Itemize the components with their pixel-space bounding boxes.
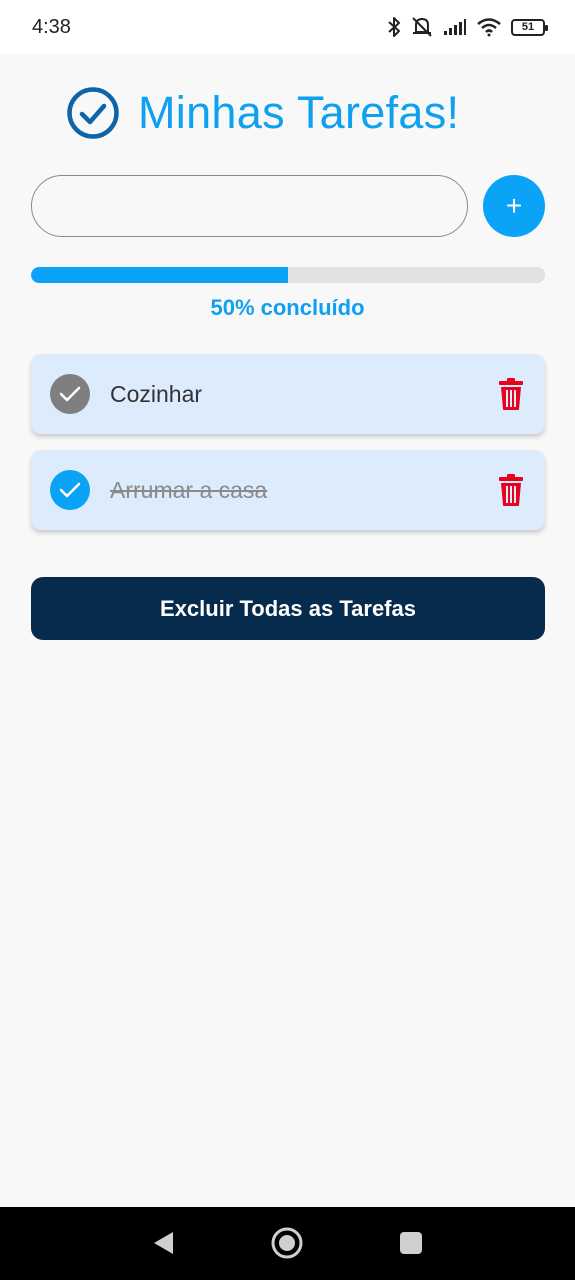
- vibrate-off-icon: [412, 17, 432, 37]
- progress-fill: [31, 267, 288, 283]
- page-title: Minhas Tarefas!: [138, 87, 460, 138]
- bluetooth-icon: [388, 17, 400, 37]
- task-checkbox[interactable]: [50, 470, 90, 510]
- progress-bar: [31, 267, 545, 283]
- task-input[interactable]: [31, 175, 468, 237]
- trash-icon: [499, 474, 523, 506]
- battery-level: 51: [521, 21, 535, 33]
- recents-button[interactable]: [393, 1225, 429, 1261]
- status-time: 4:38: [32, 15, 71, 38]
- task-checkbox[interactable]: [50, 374, 90, 414]
- navigation-bar: [0, 1207, 575, 1280]
- task-label: Arrumar a casa: [110, 476, 268, 503]
- wifi-icon: [477, 18, 501, 37]
- add-task-button[interactable]: +: [483, 175, 545, 237]
- progress-label: 50% concluído: [210, 295, 365, 320]
- status-icons: 51: [387, 16, 548, 38]
- task-item: Arrumar a casa: [31, 450, 545, 530]
- status-bar: 4:38 51: [0, 0, 575, 54]
- delete-task-button[interactable]: [497, 376, 525, 412]
- clear-all-button[interactable]: Excluir Todas as Tarefas: [31, 577, 545, 640]
- battery-icon: 51: [511, 18, 548, 36]
- home-icon: [271, 1227, 303, 1259]
- signal-icon: [444, 19, 466, 35]
- add-button-label: +: [505, 190, 523, 221]
- check-icon: [59, 482, 81, 498]
- back-icon: [154, 1232, 173, 1254]
- header: Minhas Tarefas!: [66, 86, 459, 140]
- screen: 4:38 51 Minhas Tarefas! + 50% concluído …: [0, 0, 575, 1280]
- check-circle-icon: [67, 87, 119, 139]
- back-button[interactable]: [145, 1225, 181, 1261]
- task-item: Cozinhar: [31, 354, 545, 434]
- task-label: Cozinhar: [110, 380, 203, 407]
- home-button[interactable]: [269, 1225, 305, 1261]
- recents-icon: [400, 1232, 422, 1254]
- trash-icon: [499, 378, 523, 410]
- check-icon: [59, 386, 81, 402]
- delete-task-button[interactable]: [497, 472, 525, 508]
